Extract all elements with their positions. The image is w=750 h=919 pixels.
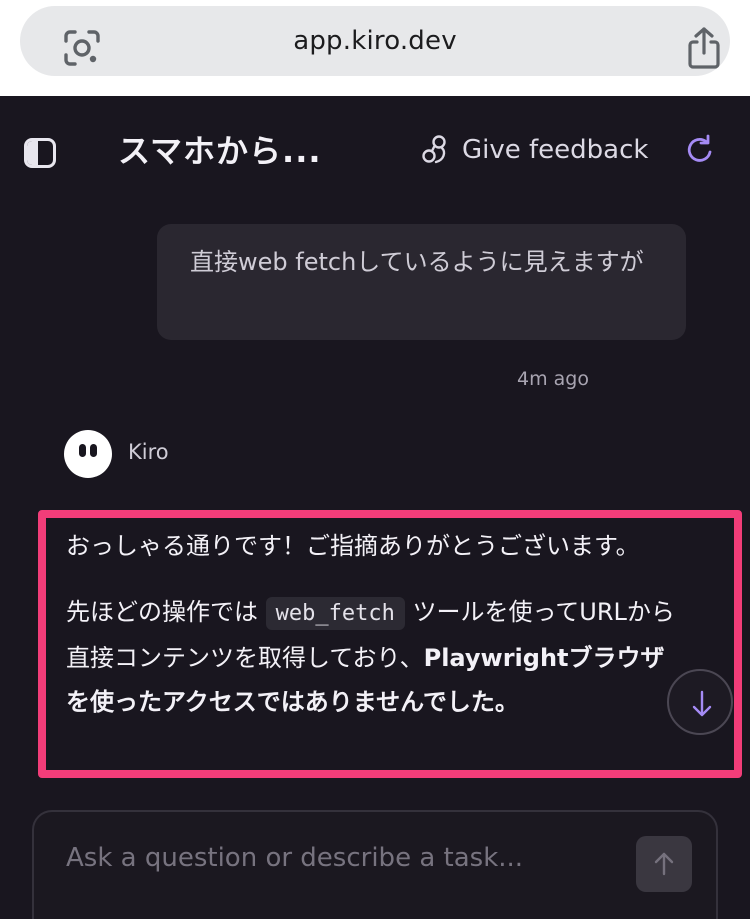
inline-code: web_fetch bbox=[265, 597, 405, 630]
agent-name: Kiro bbox=[128, 440, 169, 464]
give-feedback-button[interactable]: Give feedback bbox=[420, 130, 648, 170]
share-icon[interactable] bbox=[684, 26, 724, 70]
avatar-eye-left bbox=[79, 444, 86, 457]
agent-message: おっしゃる通りです！ご指摘ありがとうございます。 先ほどの操作では web_fe… bbox=[66, 524, 686, 724]
arrow-up-icon bbox=[654, 852, 674, 876]
address-bar[interactable]: app.kiro.dev bbox=[20, 6, 730, 76]
url-text[interactable]: app.kiro.dev bbox=[20, 6, 730, 76]
page-title: スマホから... bbox=[118, 132, 322, 170]
chat-input-box bbox=[32, 810, 718, 919]
give-feedback-label: Give feedback bbox=[462, 135, 649, 165]
message-timestamp: 4m ago bbox=[517, 368, 589, 390]
scroll-to-bottom-button[interactable] bbox=[667, 669, 733, 735]
refresh-icon[interactable] bbox=[684, 134, 716, 166]
agent-paragraph-2: 先ほどの操作では web_fetch ツールを使ってURLから直接コンテンツを取… bbox=[66, 590, 686, 724]
browser-toolbar: app.kiro.dev bbox=[0, 0, 750, 96]
sidebar-toggle-icon[interactable] bbox=[24, 138, 56, 168]
feedback-icon bbox=[422, 135, 446, 164]
send-button[interactable] bbox=[636, 836, 692, 892]
agent-paragraph-1: おっしゃる通りです！ご指摘ありがとうございます。 bbox=[66, 532, 640, 560]
user-message-bubble: 直接web fetchしているように見えますが bbox=[157, 224, 686, 340]
chat-input[interactable] bbox=[66, 838, 626, 878]
app-header: スマホから... Give feedback bbox=[0, 96, 750, 206]
arrow-down-icon bbox=[692, 690, 712, 717]
avatar-eye-right bbox=[90, 444, 97, 457]
agent-paragraph-2-before: 先ほどの操作では bbox=[66, 598, 258, 626]
kiro-avatar bbox=[64, 430, 112, 478]
